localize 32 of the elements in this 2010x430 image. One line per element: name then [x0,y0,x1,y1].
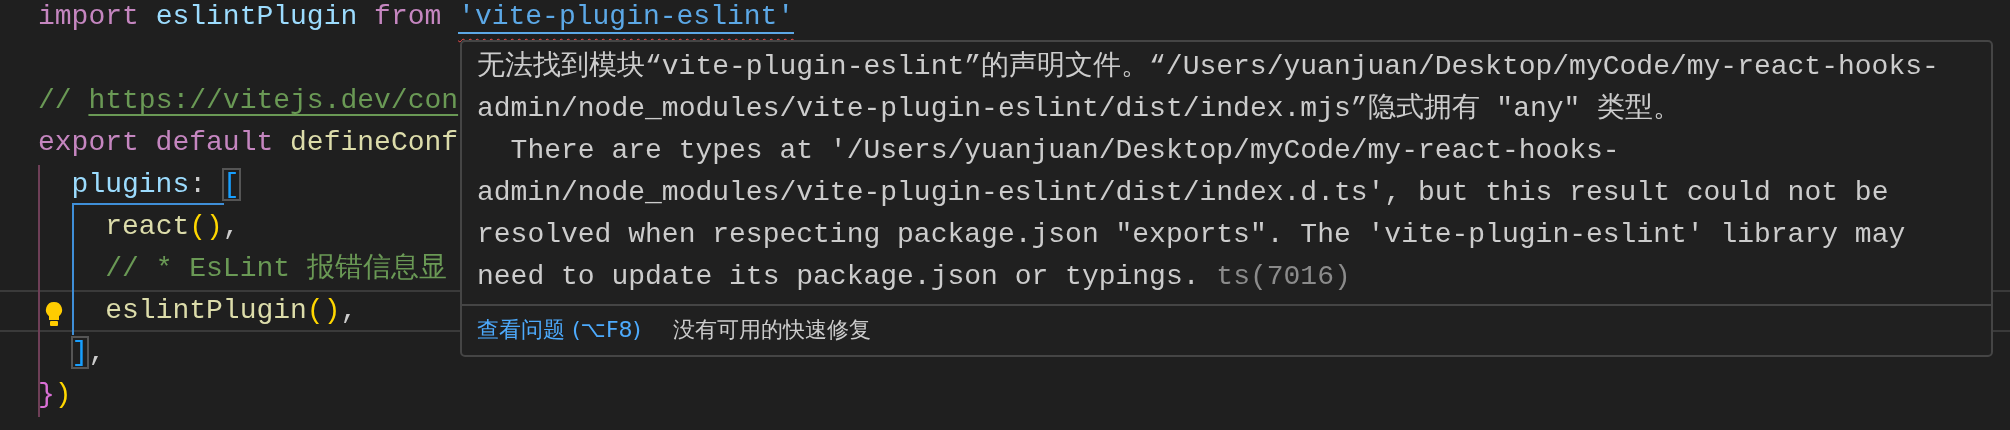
punctuation: , [222,211,240,242]
link[interactable]: https://vitejs.dev/con [88,85,459,116]
bracket: ] [71,337,89,368]
bracket: [ [222,169,240,200]
punctuation: , [88,337,106,368]
identifier: plugins [71,169,190,200]
error-message-text: need to update its package.json or typings. [477,261,1201,292]
punctuation: , [340,295,358,326]
function-name: defineConf [290,127,459,158]
lightbulb-icon[interactable] [44,301,64,327]
error-message-text: admin/node_modules/vite-plugin-eslint/dist/index.mjs”隐式拥有 "any" 类型。 [477,92,1683,126]
view-problem-link[interactable]: 查看问题 (⌥F8) [477,314,642,345]
error-code: ts(7016) [1216,261,1351,292]
error-message-text: There are types at '/Users/yuanjuan/Desktop/myCode/my-react-hooks- [509,134,1621,168]
punctuation: : [189,169,208,200]
comment: // [38,85,73,116]
comment: // * EsLint 报错信息显 [105,253,447,284]
keyword: from [374,1,442,32]
string-literal: 'vite-plugin-eslint' [458,1,795,34]
error-message-text: admin/node_modules/vite-plugin-eslint/dist/index.d.ts', but this result could not be [477,176,1890,210]
function-name: eslintPlugin [105,295,307,326]
keyword: export default [38,127,274,158]
identifier: eslintPlugin [155,1,359,32]
no-quick-fix-text: 没有可用的快速修复 [673,315,872,344]
bracket: } [38,379,55,410]
error-message-text: 无法找到模块“vite-plugin-eslint”的声明文件。“/Users/yuanjuan/Desktop/myCode/my-react-hooks- [477,49,1940,84]
function-name: react [105,211,190,242]
bracket: ) [54,379,72,410]
error-message-text: resolved when respecting package.json "exports". The 'vite-plugin-eslint' library may [477,218,1907,252]
bracket: () [306,295,341,326]
keyword: import [38,1,139,32]
bracket: () [189,211,223,242]
